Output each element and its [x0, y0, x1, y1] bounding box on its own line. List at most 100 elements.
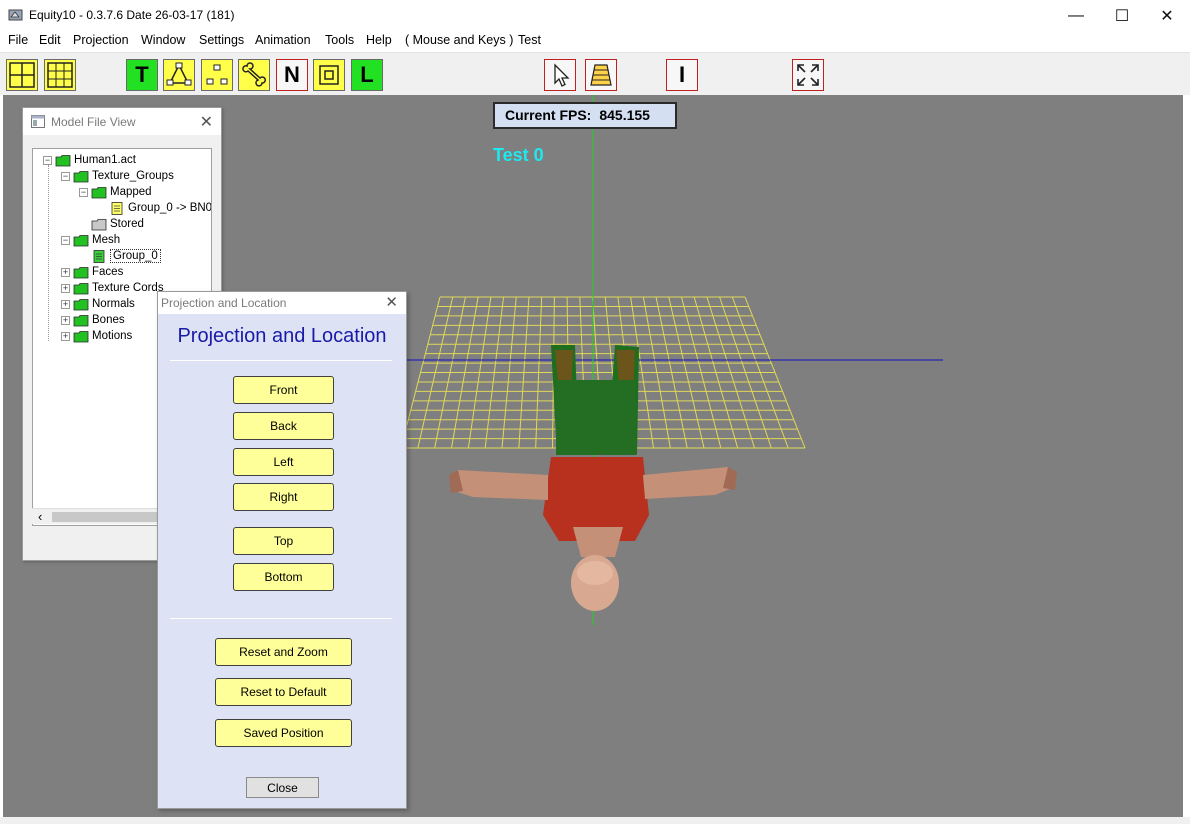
menu-file[interactable]: File: [8, 33, 28, 47]
tree-item-faces[interactable]: + Faces: [61, 264, 123, 280]
projection-dialog-close-icon[interactable]: ✕: [385, 293, 398, 311]
model-file-view-titlebar[interactable]: Model File View ✕: [23, 108, 221, 135]
tree-item-normals[interactable]: + Normals: [61, 296, 135, 312]
back-button[interactable]: Back: [233, 412, 334, 440]
status-strip: [0, 817, 1190, 824]
menu-bar: File Edit Projection Window Settings Ani…: [0, 31, 1190, 51]
lighting-button[interactable]: L: [351, 59, 383, 91]
tree-item-bones[interactable]: + Bones: [61, 312, 125, 328]
projection-location-dialog: Projection and Location ✕ Projection and…: [157, 291, 407, 809]
folder-icon: [73, 314, 89, 326]
maximize-button[interactable]: ☐: [1099, 0, 1145, 31]
fps-counter: Current FPS: 845.155: [493, 102, 677, 129]
bone-icon: [242, 62, 266, 87]
expand-icon[interactable]: +: [61, 315, 70, 325]
tree-item-mapped[interactable]: − Mapped: [79, 184, 152, 200]
t-label: T: [135, 62, 149, 87]
folder-icon: [73, 282, 89, 294]
menu-edit[interactable]: Edit: [39, 33, 61, 47]
menu-window[interactable]: Window: [141, 33, 185, 47]
menu-test[interactable]: Test: [518, 33, 541, 47]
expand-icon[interactable]: +: [61, 283, 70, 293]
front-button[interactable]: Front: [233, 376, 334, 404]
triangle-vertices-icon: [166, 62, 192, 86]
tree-item-group-0-bn0[interactable]: Group_0 -> BN0: [97, 200, 211, 216]
tree-item-texture-groups[interactable]: − Texture_Groups: [61, 168, 174, 184]
tree-item-label: Normals: [92, 298, 135, 310]
folder-icon: [73, 234, 89, 246]
folder-icon: [91, 218, 107, 230]
collapse-icon[interactable]: −: [43, 155, 52, 165]
fps-label: Current FPS:: [505, 107, 592, 123]
projection-dialog-titlebar[interactable]: Projection and Location ✕: [158, 292, 406, 314]
normals-mode-button[interactable]: N: [276, 59, 308, 91]
vertex-mode-button[interactable]: [163, 59, 195, 91]
reset-and-zoom-button[interactable]: Reset and Zoom: [215, 638, 352, 666]
folder-icon: [73, 330, 89, 342]
folder-icon: [91, 186, 107, 198]
tree-connectors: [48, 165, 49, 341]
tree-item-human1-act[interactable]: − Human1.act: [43, 152, 136, 168]
tree-item-label: Stored: [110, 218, 144, 230]
menu-mouse-and-keys[interactable]: ( Mouse and Keys ): [405, 33, 513, 47]
fullscreen-button[interactable]: [792, 59, 824, 91]
folder-icon: [55, 154, 71, 166]
saved-position-button[interactable]: Saved Position: [215, 719, 352, 747]
tree-item-mesh[interactable]: − Mesh: [61, 232, 120, 248]
menu-animation[interactable]: Animation: [255, 33, 311, 47]
layers-button[interactable]: [585, 59, 617, 91]
menu-help[interactable]: Help: [366, 33, 392, 47]
collapse-icon[interactable]: −: [61, 235, 70, 245]
fps-value: 845.155: [599, 107, 650, 123]
left-button[interactable]: Left: [233, 448, 334, 476]
n-label: N: [284, 62, 300, 87]
tree-item-label: Texture Cords: [92, 282, 164, 294]
multi-view-button[interactable]: [44, 59, 76, 91]
close-window-button[interactable]: ✕: [1144, 0, 1190, 31]
tree-item-stored[interactable]: Stored: [79, 216, 144, 232]
minimize-button[interactable]: —: [1053, 0, 1099, 31]
scroll-left-icon[interactable]: ‹: [38, 509, 42, 524]
points-icon: [206, 64, 228, 85]
folder-icon: [73, 266, 89, 278]
collapse-icon[interactable]: −: [61, 171, 70, 181]
tree-item-label: Group_0: [110, 249, 161, 263]
bounding-box-button[interactable]: [313, 59, 345, 91]
tree-item-texture-cords[interactable]: + Texture Cords: [61, 280, 164, 296]
expand-icon[interactable]: +: [61, 331, 70, 341]
close-button[interactable]: Close: [246, 777, 319, 798]
l-label: L: [360, 62, 374, 87]
points-mode-button[interactable]: [201, 59, 233, 91]
texture-mode-button[interactable]: T: [126, 59, 158, 91]
folder-icon: [73, 298, 89, 310]
document-icon: [93, 249, 105, 263]
menu-projection[interactable]: Projection: [73, 33, 129, 47]
collapse-icon[interactable]: −: [79, 187, 88, 197]
expand-icon[interactable]: +: [61, 299, 70, 309]
bones-mode-button[interactable]: [238, 59, 270, 91]
info-button[interactable]: I: [666, 59, 698, 91]
human-model: [449, 345, 737, 611]
top-button[interactable]: Top: [233, 527, 334, 555]
bottom-button[interactable]: Bottom: [233, 563, 334, 591]
title-bar: Equity10 - 0.3.7.6 Date 26-03-17 (181) —…: [0, 0, 1190, 31]
tree-item-label: Faces: [92, 266, 124, 278]
reset-to-default-button[interactable]: Reset to Default: [215, 678, 352, 706]
menu-tools[interactable]: Tools: [325, 33, 354, 47]
menu-settings[interactable]: Settings: [199, 33, 244, 47]
right-button[interactable]: Right: [233, 483, 334, 511]
model-file-view-close-button[interactable]: ✕: [200, 112, 213, 132]
cursor-arrow-icon: [554, 63, 570, 87]
expand-icon[interactable]: +: [61, 267, 70, 277]
toolbar: T N L I: [0, 52, 1190, 95]
model-file-view-title: Model File View: [51, 115, 136, 129]
stacked-layers-icon: [590, 64, 612, 86]
i-label: I: [678, 62, 686, 87]
tree-item-motions[interactable]: + Motions: [61, 328, 132, 344]
app-icon: [8, 9, 23, 21]
test-readout: Test 0: [493, 145, 544, 165]
single-view-button[interactable]: [6, 59, 38, 91]
tree-item-group-0[interactable]: Group_0: [79, 248, 161, 264]
select-tool-button[interactable]: [544, 59, 576, 91]
tree-item-label: Mesh: [92, 234, 121, 246]
